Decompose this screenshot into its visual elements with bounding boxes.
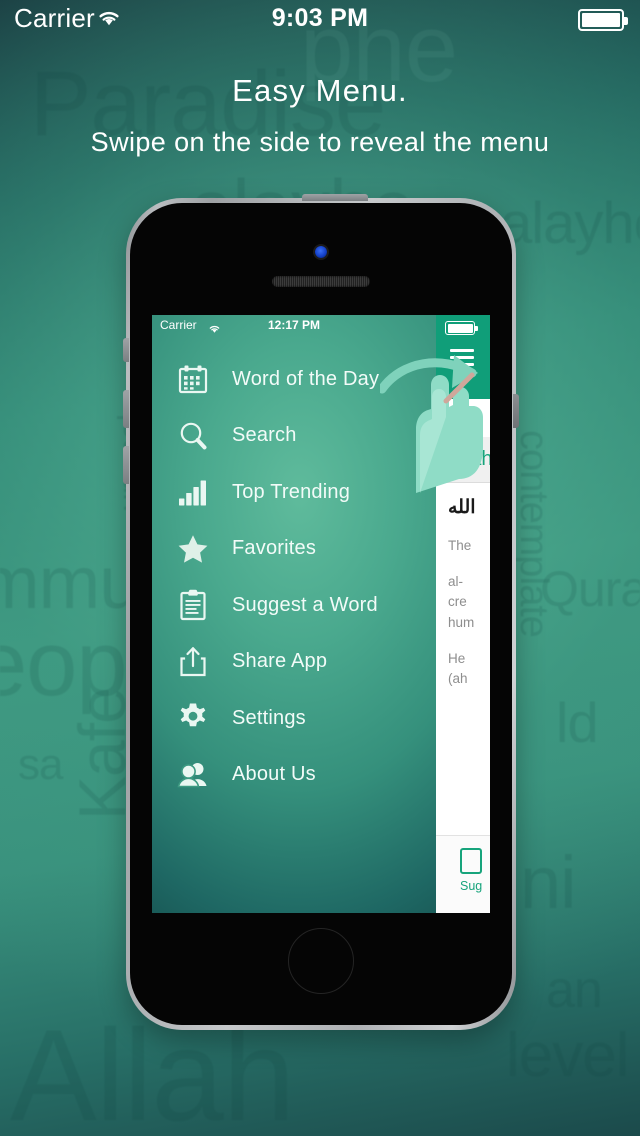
phone-screen: Allah الله The al- cre hum He (ah Sug Ca… bbox=[152, 315, 490, 913]
headline-block: Easy Menu. Swipe on the side to reveal t… bbox=[0, 72, 640, 159]
volume-up-button-icon[interactable] bbox=[123, 390, 129, 428]
background-word: alayhe bbox=[500, 191, 640, 256]
app-navbar bbox=[436, 315, 490, 399]
earpiece-speaker-icon bbox=[272, 276, 370, 287]
content-paragraph: al- cre hum bbox=[448, 574, 475, 630]
clock-label: 12:17 PM bbox=[267, 318, 321, 332]
content-title-row: Allah bbox=[436, 437, 490, 483]
phone-mockup: Allah الله The al- cre hum He (ah Sug Ca… bbox=[123, 194, 519, 1030]
share-icon bbox=[176, 645, 218, 679]
menu-item-settings[interactable]: Settings bbox=[152, 690, 436, 747]
menu-item-label: Word of the Day bbox=[232, 367, 380, 390]
background-word: level bbox=[506, 1021, 630, 1090]
menu-item-top-trending[interactable]: Top Trending bbox=[152, 464, 436, 521]
gear-icon bbox=[176, 701, 218, 735]
menu-item-search[interactable]: Search bbox=[152, 408, 436, 465]
ring-silent-switch-icon[interactable] bbox=[123, 338, 129, 362]
background-word: ld bbox=[556, 691, 599, 754]
content-paragraph: The bbox=[448, 537, 472, 553]
menu-item-label: Settings bbox=[232, 706, 306, 729]
search-icon bbox=[176, 419, 218, 453]
power-button-icon[interactable] bbox=[302, 194, 368, 201]
bar-chart-icon bbox=[176, 475, 218, 509]
background-word: sa bbox=[18, 740, 63, 789]
side-button-icon[interactable] bbox=[513, 394, 519, 428]
menu-item-about-us[interactable]: About Us bbox=[152, 747, 436, 804]
menu-item-favorites[interactable]: Favorites bbox=[152, 521, 436, 578]
content-title: Allah bbox=[448, 448, 490, 470]
menu-item-share-app[interactable]: Share App bbox=[152, 634, 436, 691]
menu-item-label: Suggest a Word bbox=[232, 593, 378, 616]
background-word: Quran bbox=[540, 561, 640, 617]
clipboard-icon bbox=[176, 588, 218, 622]
page-subtitle: Swipe on the side to reveal the menu bbox=[90, 127, 550, 158]
battery-full-icon bbox=[445, 321, 478, 335]
arabic-term: الله bbox=[448, 497, 476, 518]
hamburger-menu-icon[interactable] bbox=[450, 349, 474, 366]
menu-item-label: Share App bbox=[232, 650, 328, 673]
menu-item-word-of-the-day[interactable]: Word of the Day bbox=[152, 351, 436, 408]
menu-item-label: Favorites bbox=[232, 537, 317, 560]
star-icon bbox=[176, 532, 218, 566]
suggest-label: Sug bbox=[460, 879, 483, 893]
content-toolbar: Sug bbox=[436, 835, 490, 913]
battery-full-icon bbox=[578, 9, 628, 31]
status-bar: Carrier 9:03 PM bbox=[0, 0, 640, 42]
menu-item-label: About Us bbox=[232, 763, 316, 786]
side-menu-drawer: Carrier 12:17 PM Word of the Day Search … bbox=[152, 315, 436, 913]
background-word: an bbox=[546, 961, 603, 1019]
volume-down-button-icon[interactable] bbox=[123, 446, 129, 484]
content-paragraph: He (ah bbox=[448, 650, 468, 687]
suggest-icon[interactable] bbox=[460, 848, 482, 874]
content-body: الله The al- cre hum He (ah bbox=[436, 483, 490, 689]
menu-item-label: Top Trending bbox=[232, 480, 351, 503]
page-title: Easy Menu. bbox=[232, 73, 408, 108]
menu-list: Word of the Day Search Top Trending Favo… bbox=[152, 351, 436, 803]
calendar-icon bbox=[176, 362, 218, 396]
front-camera-icon bbox=[315, 246, 327, 258]
background-word: ni bbox=[520, 841, 577, 924]
app-status-bar: Carrier 12:17 PM bbox=[152, 315, 436, 337]
promo-screen: Paradise phe alayhe Allahu mmu eop Kafe … bbox=[0, 0, 640, 1136]
people-icon bbox=[176, 758, 218, 792]
menu-item-label: Search bbox=[232, 424, 297, 447]
menu-item-suggest-a-word[interactable]: Suggest a Word bbox=[152, 577, 436, 634]
clock-label: 9:03 PM bbox=[271, 4, 369, 32]
home-button-icon[interactable] bbox=[288, 928, 354, 994]
